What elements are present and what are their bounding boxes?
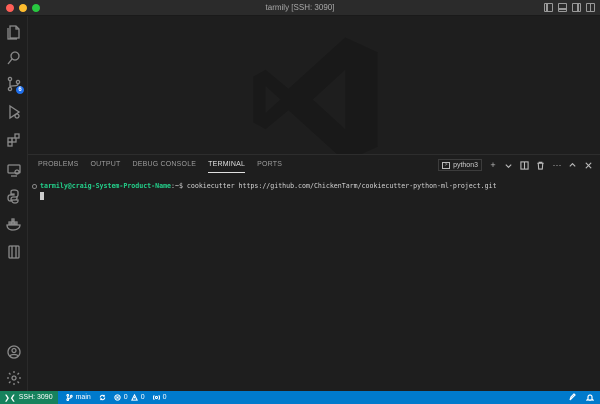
toggle-panel-icon[interactable] — [558, 3, 567, 12]
minimize-window-button[interactable] — [19, 3, 27, 12]
ports-indicator[interactable]: 0 — [152, 394, 167, 401]
tab-terminal[interactable]: TERMINAL — [208, 159, 246, 173]
terminal-command: cookiecutter https://github.com/ChickenT… — [182, 182, 497, 190]
error-icon — [114, 394, 121, 401]
new-terminal-icon[interactable]: + — [488, 159, 498, 171]
remote-explorer-icon[interactable] — [4, 160, 24, 180]
run-debug-icon[interactable] — [4, 102, 24, 122]
notifications-bell-icon[interactable] — [586, 393, 594, 401]
terminal-cursor-line — [32, 191, 600, 200]
close-panel-icon[interactable] — [584, 161, 594, 170]
zoom-window-button[interactable] — [32, 3, 40, 12]
tab-ports[interactable]: PORTS — [257, 159, 282, 173]
terminal-path: :~$ — [171, 182, 183, 190]
remote-indicator[interactable]: ❯❮ SSH: 3090 — [0, 391, 58, 404]
panel-actions: > python3 + ··· — [438, 159, 594, 171]
ports-count: 0 — [162, 394, 167, 401]
error-count: 0 — [123, 394, 128, 401]
status-bar: ❯❮ SSH: 3090 main 0 0 0 — [0, 391, 600, 404]
title-bar: tarmily [SSH: 3090] — [0, 0, 600, 16]
close-window-button[interactable] — [6, 3, 14, 12]
status-right — [568, 393, 594, 401]
problems-indicator[interactable]: 0 0 — [114, 394, 145, 401]
chevron-up-icon[interactable] — [568, 161, 578, 170]
python-icon[interactable] — [4, 186, 24, 206]
remote-icon: ❯❮ — [4, 394, 16, 402]
extensions-icon[interactable] — [4, 130, 24, 150]
ports-icon — [152, 394, 160, 401]
sync-icon — [99, 394, 105, 401]
panel-tabs: PROBLEMS OUTPUT DEBUG CONSOLE TERMINAL P… — [38, 159, 282, 177]
account-icon[interactable] — [4, 342, 24, 362]
terminal-line: tarmily@craig-System-Product-Name:~$ coo… — [32, 181, 600, 191]
testing-icon[interactable] — [4, 242, 24, 262]
toggle-primary-sidebar-icon[interactable] — [544, 3, 553, 12]
terminal-name: python3 — [453, 161, 478, 169]
command-decoration-icon — [32, 183, 37, 189]
remote-label: SSH: 3090 — [18, 394, 53, 401]
vscode-logo-watermark — [253, 37, 378, 154]
settings-gear-icon[interactable] — [4, 368, 24, 388]
branch-indicator[interactable]: main — [65, 394, 91, 401]
terminal-prompt: tarmily@craig-System-Product-Name — [40, 182, 172, 190]
chevron-down-icon[interactable] — [504, 161, 514, 170]
terminal-icon: > — [442, 161, 451, 169]
window-controls — [6, 3, 40, 12]
search-icon[interactable] — [4, 48, 24, 68]
more-actions-icon[interactable]: ··· — [552, 159, 562, 171]
terminal-output[interactable]: tarmily@craig-System-Product-Name:~$ coo… — [32, 181, 600, 391]
terminal-selector[interactable]: > python3 — [438, 159, 482, 171]
docker-icon[interactable] — [4, 214, 24, 234]
source-control-badge: 6 — [16, 86, 24, 94]
tab-debug-console[interactable]: DEBUG CONSOLE — [132, 159, 196, 173]
tab-output[interactable]: OUTPUT — [91, 159, 121, 173]
window-title: tarmily [SSH: 3090] — [265, 3, 335, 12]
files-icon[interactable] — [4, 22, 24, 42]
sync-button[interactable] — [99, 394, 106, 401]
git-branch-icon — [65, 394, 73, 401]
customize-layout-icon[interactable] — [586, 3, 595, 12]
layout-controls — [544, 3, 595, 12]
trash-icon[interactable] — [536, 161, 546, 170]
terminal-cursor — [40, 192, 44, 200]
bottom-panel: PROBLEMS OUTPUT DEBUG CONSOLE TERMINAL P… — [28, 154, 600, 391]
activity-bar: 6 — [0, 16, 28, 391]
branch-name: main — [75, 394, 91, 401]
source-control-icon[interactable]: 6 — [4, 74, 24, 94]
split-terminal-icon[interactable] — [520, 160, 530, 170]
toggle-secondary-sidebar-icon[interactable] — [572, 3, 581, 12]
tab-problems[interactable]: PROBLEMS — [38, 159, 79, 173]
editor-area[interactable] — [28, 16, 600, 154]
feedback-icon[interactable] — [568, 393, 576, 401]
warning-count: 0 — [140, 394, 145, 401]
warning-icon — [130, 394, 138, 401]
